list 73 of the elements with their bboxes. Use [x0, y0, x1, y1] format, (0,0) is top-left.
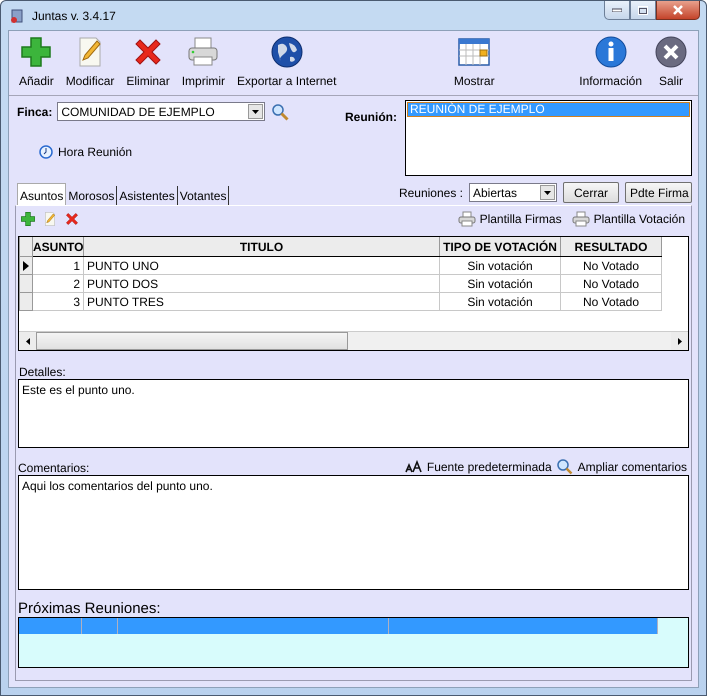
finca-dropdown[interactable]: COMUNIDAD DE EJEMPLO [57, 102, 266, 121]
close-icon [654, 35, 688, 69]
notepad-pencil-icon[interactable] [42, 210, 58, 226]
cross-icon[interactable] [64, 210, 80, 226]
info-icon [594, 35, 628, 69]
column-header[interactable]: TIPO DE VOTACIÓN [440, 237, 560, 256]
table-row[interactable]: 2 PUNTO DOS Sin votación No Votado [20, 274, 662, 292]
printer-icon [458, 210, 476, 226]
comment-action[interactable]: Ampliar comentarios [554, 459, 689, 475]
comments-field[interactable]: Aqui los comentarios del punto uno. [18, 475, 689, 590]
horizontal-scrollbar[interactable] [19, 331, 688, 350]
toolbar-button[interactable]: Añadir [13, 31, 60, 95]
minimize-icon [612, 8, 622, 12]
table-cell: 3 [32, 292, 84, 310]
toolbar-button[interactable]: Información [573, 31, 648, 95]
details-field[interactable]: Este es el punto uno. [18, 379, 689, 448]
action-button[interactable]: Pdte Firma [625, 182, 692, 203]
tab[interactable]: Morosos [66, 186, 118, 205]
field-label: Reunión: [345, 110, 397, 124]
section-title: Próximas Reuniones: [18, 600, 162, 617]
window-title: Juntas v. 3.4.17 [32, 8, 116, 22]
toolbar-button[interactable]: Modificar [60, 31, 120, 95]
plus-icon[interactable] [20, 210, 36, 226]
status-dropdown[interactable]: Abiertas [469, 183, 557, 202]
table-cell: PUNTO TRES [84, 292, 440, 310]
table-cell: 1 [32, 256, 84, 274]
globe-icon [270, 35, 304, 69]
tab[interactable]: Votantes [178, 186, 230, 205]
tab[interactable]: Asuntos [17, 183, 66, 205]
table-cell: 2 [32, 274, 84, 292]
column-header[interactable]: RESULTADO [560, 237, 662, 256]
table-cell: Sin votación [440, 292, 560, 310]
table-cell: No Votado [560, 256, 662, 274]
clock-icon [39, 145, 53, 159]
toolbar-button[interactable]: Salir [648, 31, 694, 95]
font-size-icon [404, 459, 423, 475]
toolbar-button[interactable]: Imprimir [176, 31, 232, 95]
table-row[interactable]: 3 PUNTO TRES Sin votación No Votado [20, 292, 662, 310]
comment-action[interactable]: Fuente predeterminada [402, 459, 554, 475]
table-cell: No Votado [560, 274, 662, 292]
field-label: Comentarios: [18, 461, 90, 475]
dropdown-arrow-icon[interactable] [544, 190, 551, 194]
table-cell: PUNTO UNO [84, 256, 440, 274]
dropdown-arrow-icon[interactable] [252, 110, 260, 114]
search-icon[interactable] [271, 102, 290, 120]
close-icon [672, 5, 684, 15]
plus-icon [19, 35, 54, 69]
column-header[interactable]: ASUNTO [32, 237, 84, 256]
maximize-icon [638, 6, 648, 14]
tab[interactable]: Asistentes [117, 186, 178, 205]
table-cell: No Votado [560, 292, 662, 310]
scroll-right-icon[interactable] [678, 338, 682, 344]
scroll-left-icon[interactable] [26, 338, 30, 344]
maximize-button[interactable] [630, 1, 656, 20]
action-button[interactable]: Cerrar [563, 182, 619, 203]
minimize-button[interactable] [604, 1, 630, 20]
field-label: Finca: [17, 104, 52, 118]
table-cell: Sin votación [440, 256, 560, 274]
template-link[interactable]: Plantilla Votación [570, 210, 687, 226]
magnifier-icon [556, 459, 574, 475]
table-cell: PUNTO DOS [84, 274, 440, 292]
time-label: Hora Reunión [58, 145, 132, 159]
toolbar-button[interactable]: Exportar a Internet [231, 31, 342, 95]
toolbar-button[interactable]: Mostrar [448, 31, 501, 95]
field-label: Reuniones : [398, 186, 463, 200]
table-cell: Sin votación [440, 274, 560, 292]
toolbar-button[interactable]: Eliminar [120, 31, 176, 95]
column-header[interactable]: TITULO [84, 237, 440, 256]
template-link[interactable]: Plantilla Firmas [456, 210, 564, 226]
close-button[interactable] [656, 1, 700, 20]
printer-icon [572, 210, 590, 226]
app-icon [9, 8, 25, 24]
field-label: Detalles: [19, 365, 67, 379]
